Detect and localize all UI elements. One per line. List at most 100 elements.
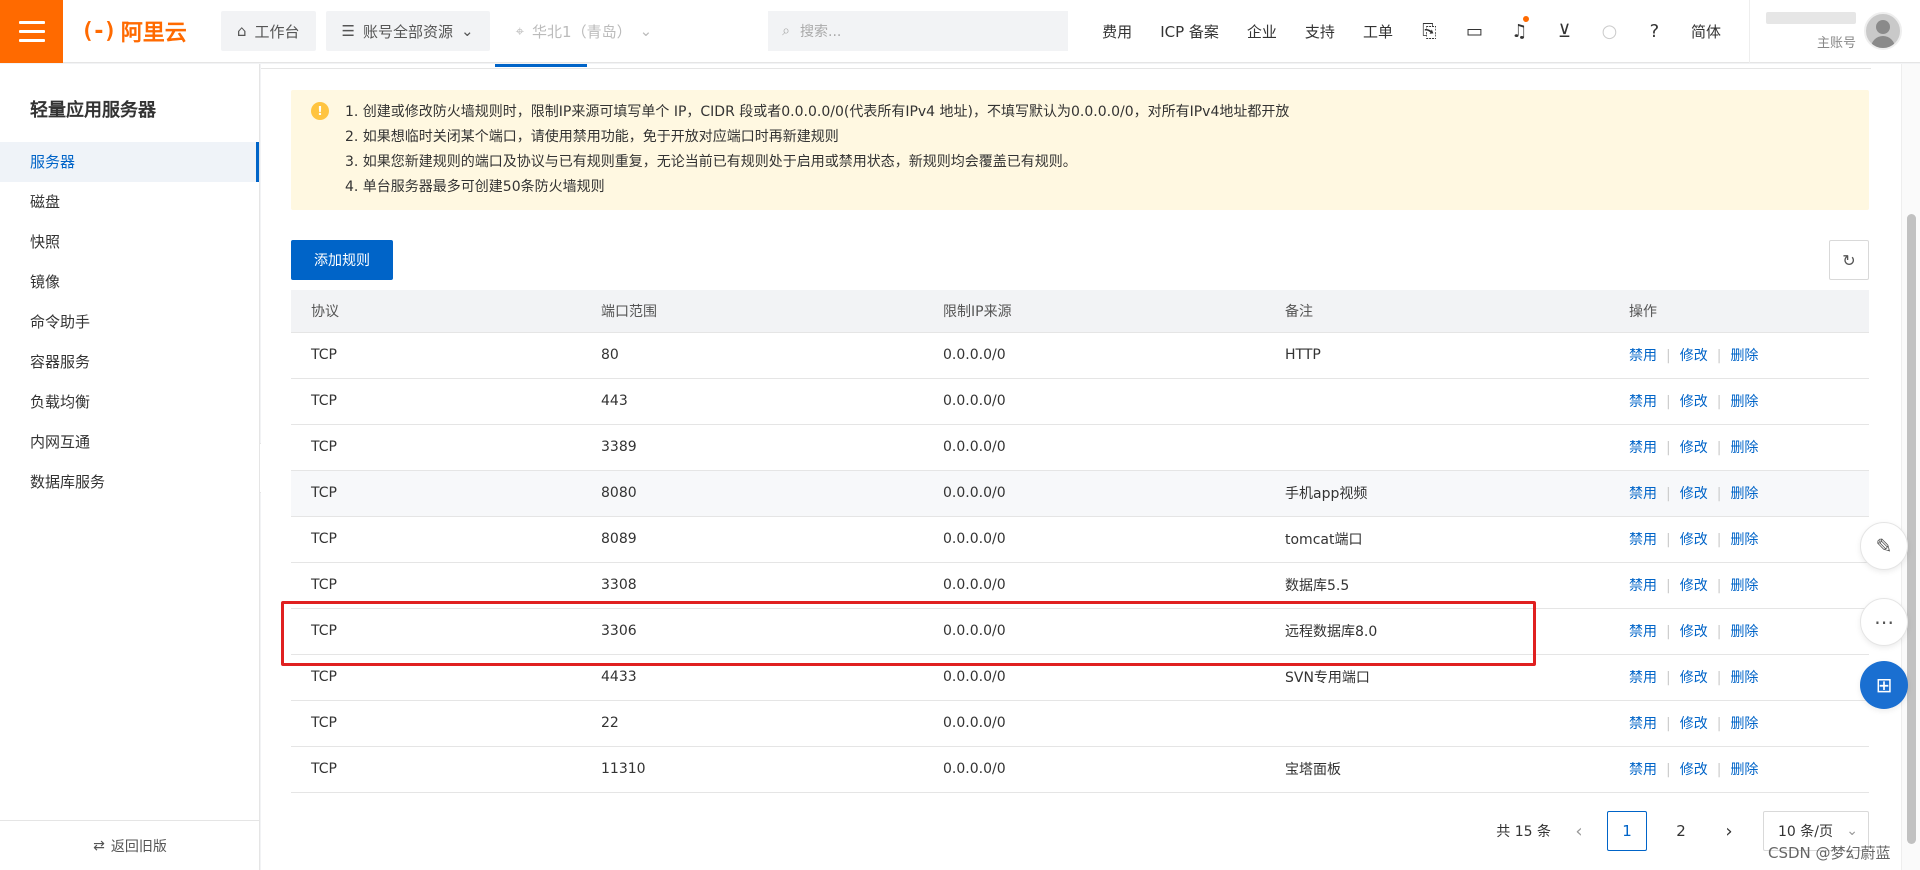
delete-link[interactable]: 删除 xyxy=(1730,624,1758,640)
apps-button[interactable]: ⊞ xyxy=(1860,661,1908,709)
lightbulb-icon[interactable]: ○ xyxy=(1587,0,1632,63)
cell-protocol: TCP xyxy=(291,424,581,471)
next-page-button[interactable]: › xyxy=(1715,811,1743,851)
header-port-range: 端口范围 xyxy=(581,290,923,333)
header-protocol: 协议 xyxy=(291,290,581,333)
sidebar-item-database[interactable]: 数据库服务 xyxy=(0,462,259,502)
edit-link[interactable]: 修改 xyxy=(1680,440,1708,456)
link-billing[interactable]: 费用 xyxy=(1088,21,1146,42)
cell-protocol: TCP xyxy=(291,378,581,425)
delete-link[interactable]: 删除 xyxy=(1730,440,1758,456)
divider: | xyxy=(1666,762,1671,778)
disable-link[interactable]: 禁用 xyxy=(1629,486,1657,502)
region-selector[interactable]: ⌖ 华北1（青岛） ⌄ xyxy=(499,11,669,51)
table-row: TCP 3308 0.0.0.0/0 数据库5.5 禁用 | 修改 | 删除 xyxy=(291,562,1869,609)
delete-link[interactable]: 删除 xyxy=(1730,394,1758,410)
sidebar-item-images[interactable]: 镜像 xyxy=(0,262,259,302)
link-ticket[interactable]: 工单 xyxy=(1349,21,1407,42)
divider: | xyxy=(1666,532,1671,548)
sidebar-item-intranet[interactable]: 内网互通 xyxy=(0,422,259,462)
divider: | xyxy=(1666,578,1671,594)
sidebar-item-command-assistant[interactable]: 命令助手 xyxy=(0,302,259,342)
resource-selector[interactable]: ☰ 账号全部资源 ⌄ xyxy=(325,11,490,51)
disable-link[interactable]: 禁用 xyxy=(1629,670,1657,686)
edit-link[interactable]: 修改 xyxy=(1680,762,1708,778)
cart-icon[interactable]: ⊻ xyxy=(1542,0,1587,63)
page-2-button[interactable]: 2 xyxy=(1661,811,1701,851)
cell-protocol: TCP xyxy=(291,700,581,747)
disable-link[interactable]: 禁用 xyxy=(1629,348,1657,364)
bell-icon[interactable]: ♫ xyxy=(1497,0,1542,63)
prev-page-button[interactable]: ‹ xyxy=(1565,811,1593,851)
cell-note: SVN专用端口 xyxy=(1265,654,1609,701)
search-placeholder: 搜索... xyxy=(800,24,842,40)
help-icon[interactable]: ? xyxy=(1632,0,1677,63)
disable-link[interactable]: 禁用 xyxy=(1629,624,1657,640)
terminal-icon[interactable]: ▭ xyxy=(1452,0,1497,63)
sidebar-item-servers[interactable]: 服务器 xyxy=(0,142,259,182)
cell-protocol: TCP xyxy=(291,608,581,655)
edit-link[interactable]: 修改 xyxy=(1680,578,1708,594)
delete-link[interactable]: 删除 xyxy=(1730,348,1758,364)
divider: | xyxy=(1716,532,1722,548)
divider: | xyxy=(1666,348,1671,364)
delete-link[interactable]: 删除 xyxy=(1730,486,1758,502)
add-rule-button[interactable]: 添加规则 xyxy=(291,240,393,280)
workbench-button[interactable]: ⌂ 工作台 xyxy=(221,11,316,51)
pagination: 共 15 条 ‹ 1 2 › 10 条/页 ⌄ xyxy=(261,811,1869,851)
sidebar-item-snapshots[interactable]: 快照 xyxy=(0,222,259,262)
page-scrollbar[interactable] xyxy=(1901,64,1920,870)
cell-source: 0.0.0.0/0 xyxy=(923,562,1265,609)
notice-line-4: 4. 单台服务器最多可创建50条防火墙规则 xyxy=(345,179,605,195)
refresh-button[interactable]: ↻ xyxy=(1829,240,1869,280)
page-1-button[interactable]: 1 xyxy=(1607,811,1647,851)
global-search-input[interactable]: ⌕ 搜索... xyxy=(768,11,1069,51)
edit-link[interactable]: 修改 xyxy=(1680,670,1708,686)
disable-link[interactable]: 禁用 xyxy=(1629,394,1657,410)
disable-link[interactable]: 禁用 xyxy=(1629,578,1657,594)
language-switch[interactable]: 简体 xyxy=(1677,21,1735,42)
back-to-old-version[interactable]: ⇄ 返回旧版 xyxy=(0,820,260,870)
header-note: 备注 xyxy=(1265,290,1609,333)
link-icp[interactable]: ICP 备案 xyxy=(1146,21,1233,42)
divider: | xyxy=(1716,578,1722,594)
edit-link[interactable]: 修改 xyxy=(1680,394,1708,410)
divider: | xyxy=(1666,394,1671,410)
sidebar-item-load-balancer[interactable]: 负载均衡 xyxy=(0,382,259,422)
delete-link[interactable]: 删除 xyxy=(1730,532,1758,548)
disable-link[interactable]: 禁用 xyxy=(1629,762,1657,778)
delete-link[interactable]: 删除 xyxy=(1730,762,1758,778)
sidebar-item-disks[interactable]: 磁盘 xyxy=(0,182,259,222)
delete-link[interactable]: 删除 xyxy=(1730,716,1758,732)
chat-button[interactable]: ⋯ xyxy=(1860,598,1908,646)
cell-port: 4433 xyxy=(581,654,923,701)
disable-link[interactable]: 禁用 xyxy=(1629,716,1657,732)
sidebar-item-container-service[interactable]: 容器服务 xyxy=(0,342,259,382)
location-icon: ⌖ xyxy=(515,22,525,40)
edit-link[interactable]: 修改 xyxy=(1680,532,1708,548)
edit-link[interactable]: 修改 xyxy=(1680,486,1708,502)
disable-link[interactable]: 禁用 xyxy=(1629,440,1657,456)
disable-link[interactable]: 禁用 xyxy=(1629,532,1657,548)
edit-link[interactable]: 修改 xyxy=(1680,348,1708,364)
edit-link[interactable]: 修改 xyxy=(1680,716,1708,732)
hamburger-menu-button[interactable] xyxy=(0,0,63,63)
account-menu[interactable]: 主账号 xyxy=(1748,0,1902,63)
delete-link[interactable]: 删除 xyxy=(1730,670,1758,686)
scrollbar-thumb[interactable] xyxy=(1907,214,1916,844)
link-support[interactable]: 支持 xyxy=(1291,21,1349,42)
sidebar: 轻量应用服务器 服务器 磁盘 快照 镜像 命令助手 容器服务 负载均衡 内网互通… xyxy=(0,64,260,870)
region-label: 华北1（青岛） xyxy=(532,22,632,41)
divider: | xyxy=(1666,486,1671,502)
delete-link[interactable]: 删除 xyxy=(1730,578,1758,594)
aliyun-logo[interactable]: (-) 阿里云 xyxy=(81,15,211,47)
table-header-row: 协议 端口范围 限制IP来源 备注 操作 xyxy=(291,290,1869,333)
avatar[interactable] xyxy=(1863,12,1902,50)
notice-line-2: 2. 如果想临时关闭某个端口，请使用禁用功能，免于开放对应端口时再新建规则 xyxy=(345,129,839,145)
feedback-edit-button[interactable]: ✎ xyxy=(1860,522,1908,570)
api-icon[interactable]: ⎘ xyxy=(1407,0,1452,63)
link-enterprise[interactable]: 企业 xyxy=(1233,21,1291,42)
edit-link[interactable]: 修改 xyxy=(1680,624,1708,640)
cell-source: 0.0.0.0/0 xyxy=(923,516,1265,563)
chat-icon: ⋯ xyxy=(1874,610,1894,634)
